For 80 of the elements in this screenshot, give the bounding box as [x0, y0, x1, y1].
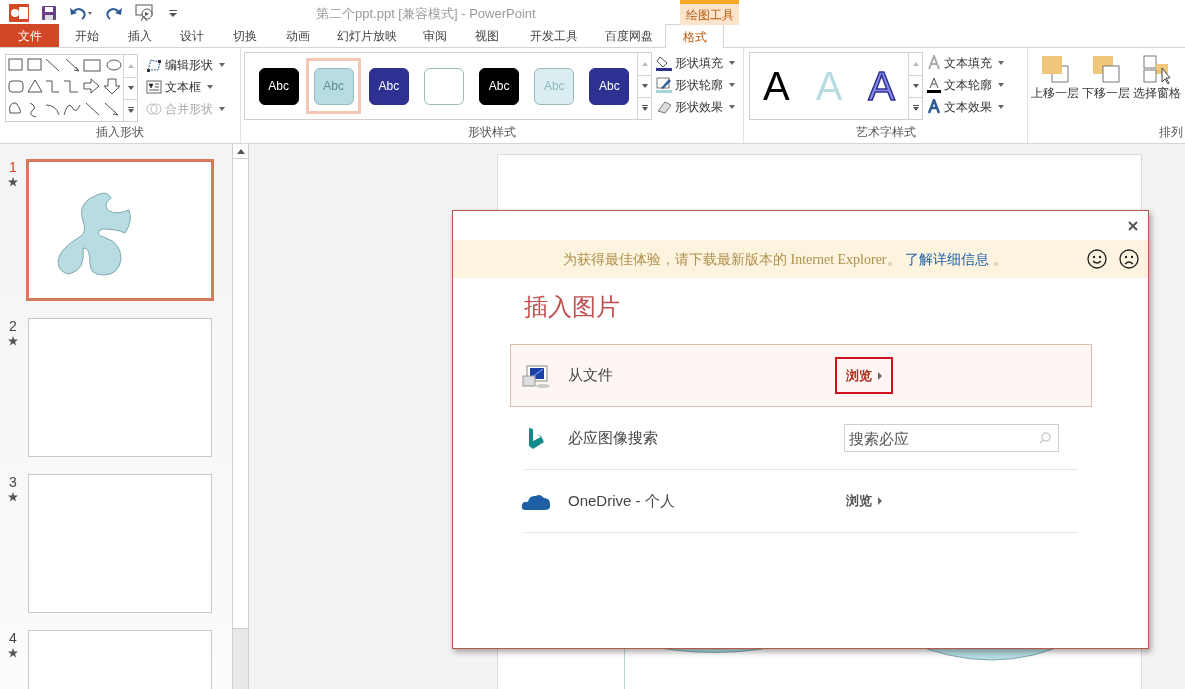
- selection-pane-icon[interactable]: [1142, 54, 1172, 84]
- customize-dropdown-icon[interactable]: [169, 8, 177, 17]
- learn-more-link[interactable]: 了解详细信息: [904, 248, 989, 270]
- ribbon-tab[interactable]: 审阅: [410, 24, 459, 47]
- source-row[interactable]: OneDrive - 个人 浏览: [524, 470, 1078, 533]
- text-outline-icon[interactable]: [927, 77, 941, 93]
- ribbon-button[interactable]: 文本轮廓: [927, 74, 1004, 96]
- window-title: 第二个ppt.ppt [兼容模式] - PowerPoint: [316, 5, 536, 23]
- browse-link[interactable]: 浏览: [835, 482, 893, 520]
- style-swatch[interactable]: Abc: [479, 67, 520, 105]
- wordart-style[interactable]: A: [868, 66, 895, 106]
- ribbon-button[interactable]: 形状填充: [656, 52, 735, 74]
- style-swatch[interactable]: Abc: [589, 67, 630, 105]
- slide-number: 2: [9, 318, 17, 334]
- notice-text: 为获得最佳体验，请下载最新版本的 Internet Explorer。: [563, 250, 901, 269]
- notice-text: 。: [992, 249, 1007, 269]
- smiley-icon[interactable]: [1087, 249, 1107, 269]
- up-arrow-icon: [236, 148, 245, 154]
- ribbon-button[interactable]: 上移一层: [1030, 54, 1080, 123]
- paint-bucket-icon[interactable]: [656, 55, 672, 71]
- source-label: 从文件: [568, 365, 614, 386]
- source-row[interactable]: 必应图像搜索 搜索必应: [524, 407, 1078, 470]
- computer-icon[interactable]: [521, 363, 551, 388]
- search-field[interactable]: 搜索必应: [844, 424, 1059, 452]
- scroll-up-button[interactable]: [233, 144, 248, 159]
- scrollbar-thumb[interactable]: [233, 159, 248, 629]
- source-label: OneDrive - 个人: [568, 490, 676, 511]
- dialog-title: 插入图片: [524, 292, 620, 322]
- ribbon-button[interactable]: 形状效果: [656, 96, 735, 118]
- ribbon-tab[interactable]: 格式: [665, 24, 724, 48]
- save-icon[interactable]: [41, 4, 57, 21]
- send-backward-icon[interactable]: [1091, 54, 1121, 84]
- ribbon-tab[interactable]: 文件: [0, 24, 59, 47]
- shapes-gallery-drawing[interactable]: [6, 55, 123, 121]
- ribbon-button[interactable]: 文本框: [146, 76, 225, 98]
- star-icon[interactable]: [8, 492, 18, 502]
- slide-number: 3: [9, 474, 17, 490]
- star-icon[interactable]: [8, 648, 18, 658]
- ribbon-tab[interactable]: 百度网盘: [593, 24, 665, 47]
- style-swatch[interactable]: Abc: [258, 67, 299, 105]
- edit-points-icon[interactable]: [146, 58, 162, 72]
- ribbon-button[interactable]: 选择窗格: [1132, 54, 1182, 123]
- slide-number: 4: [9, 630, 17, 646]
- ribbon-tab[interactable]: 视图: [459, 24, 515, 47]
- slide-thumbnail[interactable]: [28, 318, 212, 457]
- slide-thumbnail[interactable]: [26, 159, 214, 301]
- ribbon-tab[interactable]: 插入: [114, 24, 165, 47]
- slide-thumbnail[interactable]: [28, 474, 212, 613]
- text-box-icon[interactable]: [146, 80, 162, 94]
- browse-link[interactable]: 浏览: [835, 357, 893, 394]
- group-label: 排列: [1158, 124, 1184, 141]
- slide-number: 1: [9, 159, 17, 175]
- ribbon-button[interactable]: 编辑形状: [146, 54, 225, 76]
- ribbon-tab[interactable]: 切换: [218, 24, 271, 47]
- ribbon-tab[interactable]: 开始: [59, 24, 114, 47]
- ribbon-tab[interactable]: 设计: [165, 24, 218, 47]
- source-label: 必应图像搜索: [568, 427, 659, 448]
- context-tab-label: 绘图工具: [680, 0, 739, 25]
- group-label: 插入形状: [95, 124, 145, 141]
- source-row[interactable]: 从文件 浏览: [510, 344, 1092, 407]
- text-effects-icon[interactable]: [927, 99, 941, 115]
- ribbon-button[interactable]: 文本填充: [927, 52, 1004, 74]
- ribbon-button[interactable]: 文本效果: [927, 96, 1004, 118]
- star-icon[interactable]: [8, 177, 18, 187]
- app-icon[interactable]: [9, 3, 29, 22]
- group-label: 形状样式: [467, 124, 517, 141]
- ribbon-tab[interactable]: 开发工具: [515, 24, 593, 47]
- pencil-outline-icon[interactable]: [656, 77, 672, 93]
- star-icon[interactable]: [8, 336, 18, 346]
- wordart-style[interactable]: A: [763, 66, 790, 106]
- ribbon-tab[interactable]: 幻灯片放映: [324, 24, 410, 47]
- ribbon-button[interactable]: 形状轮廓: [656, 74, 735, 96]
- ribbon-button[interactable]: 下移一层: [1081, 54, 1131, 123]
- ribbon-tab[interactable]: 动画: [271, 24, 324, 47]
- close-icon[interactable]: [1128, 221, 1138, 231]
- style-swatch[interactable]: Abc: [368, 67, 409, 105]
- group-label: 艺术字样式: [854, 124, 917, 141]
- shape-effects-icon[interactable]: [656, 99, 672, 115]
- frown-icon[interactable]: [1119, 249, 1139, 269]
- style-swatch[interactable]: [424, 67, 464, 105]
